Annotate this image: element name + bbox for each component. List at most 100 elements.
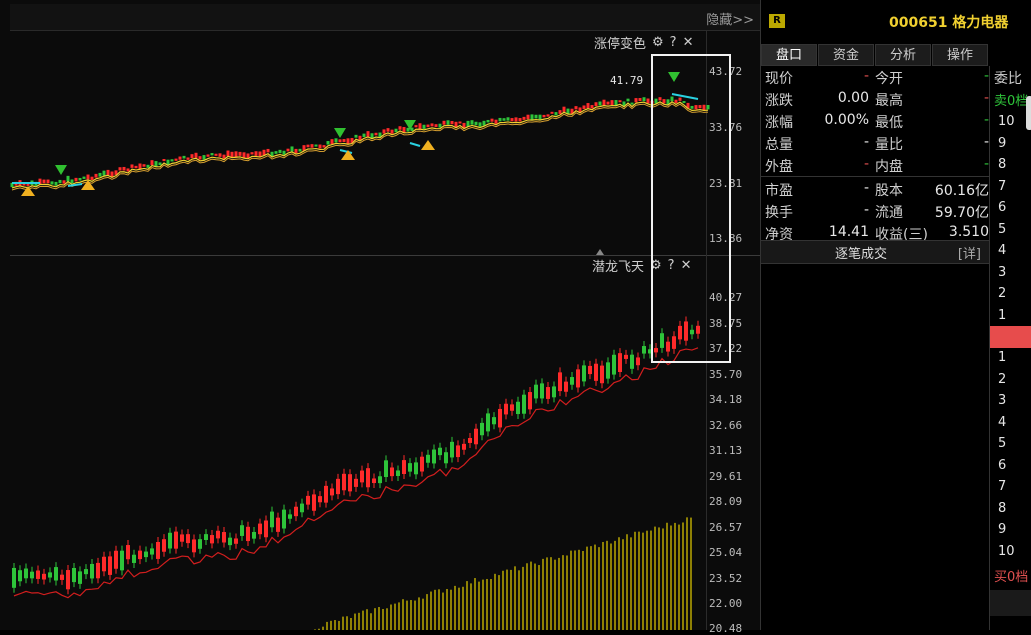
buy-level: 10 xyxy=(998,543,1015,559)
scrollbar-thumb[interactable] xyxy=(1026,96,1031,130)
lower-candle xyxy=(504,403,508,415)
upper-candle xyxy=(630,102,634,105)
lower-candle xyxy=(678,325,682,340)
upper-candle xyxy=(426,124,430,128)
upper-candle xyxy=(258,151,262,157)
lower-candle xyxy=(354,478,358,487)
upper-candle xyxy=(566,108,570,114)
upper-candle xyxy=(82,176,86,179)
lower-candle xyxy=(258,523,262,535)
lower-candle xyxy=(654,348,658,353)
lower-candle xyxy=(66,570,70,590)
tab-caozuo[interactable]: 操作 xyxy=(932,44,988,66)
buy-level: 8 xyxy=(998,500,1007,516)
chart-area[interactable]: 隐藏>> 涨停变色 ⚙ ? ✕ 潜龙飞天 ⚙ ? ✕ 43.72 33.76 2… xyxy=(0,0,760,635)
upper-candle xyxy=(70,179,74,184)
kline-canvas[interactable] xyxy=(0,0,760,630)
stock-code-name: 000651 格力电器 xyxy=(889,15,1009,31)
upper-candle xyxy=(670,96,674,102)
spread-bar xyxy=(990,326,1031,348)
upper-candle xyxy=(194,152,198,158)
lower-candle xyxy=(138,550,142,560)
upper-candle xyxy=(190,154,194,159)
upper-candle xyxy=(446,120,450,125)
lower-candle xyxy=(78,571,82,584)
upper-candle xyxy=(66,175,70,182)
tick-trades-button[interactable]: 逐笔成交 [详] xyxy=(761,240,989,264)
lower-candle xyxy=(450,441,454,458)
lower-candle xyxy=(54,567,58,581)
tab-zijin[interactable]: 资金 xyxy=(818,44,874,66)
upper-candle xyxy=(674,99,678,104)
lower-candle xyxy=(168,532,172,549)
upper-candle xyxy=(310,144,314,148)
upper-candle xyxy=(74,177,78,182)
quote-key: 涨幅 xyxy=(765,115,793,131)
upper-candle xyxy=(298,148,302,152)
lower-candle xyxy=(672,336,676,349)
lower-candle xyxy=(228,537,232,546)
upper-candle xyxy=(422,124,426,129)
quote-value: 14.41 xyxy=(828,224,869,240)
upper-candle xyxy=(634,98,638,103)
lower-candle xyxy=(432,449,436,464)
upper-candle xyxy=(506,117,510,121)
lower-candle xyxy=(336,478,340,495)
divider-handle-icon xyxy=(596,249,604,255)
quote-value: - xyxy=(863,134,869,150)
lower-candle xyxy=(480,422,484,436)
upper-candle xyxy=(590,105,594,109)
lower-candle xyxy=(306,495,310,505)
upper-candle xyxy=(646,98,650,104)
lower-candle xyxy=(618,353,622,373)
quote-key: 股本 xyxy=(875,183,903,199)
lower-candle xyxy=(696,325,700,334)
upper-candle xyxy=(198,156,202,160)
tick-trades-detail[interactable]: [详] xyxy=(958,243,981,262)
tab-pankou[interactable]: 盘口 xyxy=(761,44,817,66)
lower-candle xyxy=(318,496,322,503)
orange-arrow-icon xyxy=(421,140,435,150)
buy-level: 6 xyxy=(998,457,1007,473)
upper-ma-line xyxy=(11,101,709,189)
upper-candle xyxy=(678,97,682,101)
sell-level: 8 xyxy=(998,157,1007,172)
lower-candle xyxy=(348,474,352,492)
upper-candle xyxy=(414,125,418,128)
upper-candle xyxy=(170,159,174,162)
quote-key: 流通 xyxy=(875,205,903,221)
quote-value: 59.70亿 xyxy=(934,205,989,221)
lower-candle xyxy=(30,571,34,579)
upper-candle xyxy=(182,155,186,159)
sell-level: 7 xyxy=(998,178,1007,194)
r-badge[interactable]: R xyxy=(769,14,785,28)
upper-candle xyxy=(470,120,474,125)
lower-candle xyxy=(198,539,202,549)
upper-candle xyxy=(42,179,46,184)
upper-candle xyxy=(366,131,370,137)
quote-row: 涨跌 0.00 最高 - xyxy=(765,90,989,112)
sell-level: 2 xyxy=(998,286,1007,301)
upper-candle xyxy=(278,149,282,154)
upper-candle xyxy=(450,121,454,125)
order-book: 委比 卖0档 10 9 8 7 6 5 4 3 2 1 1 2 3 4 5 6 7 8 9 10 买0档 xyxy=(989,66,1031,630)
upper-candle xyxy=(78,177,82,181)
lower-candle xyxy=(234,538,238,544)
tab-fenxi[interactable]: 分析 xyxy=(875,44,931,66)
upper-candle xyxy=(86,174,90,180)
upper-candle xyxy=(398,126,402,130)
lower-candle xyxy=(510,404,514,411)
upper-candle xyxy=(230,151,234,158)
upper-candle xyxy=(538,114,542,120)
sell-level: 6 xyxy=(998,200,1007,215)
lower-candle xyxy=(660,333,664,348)
lower-candle xyxy=(126,545,130,560)
lower-candle xyxy=(564,381,568,392)
lower-candle xyxy=(636,357,640,366)
upper-candle xyxy=(510,118,514,122)
upper-candle xyxy=(178,156,182,160)
upper-candle xyxy=(594,102,598,107)
lower-candle xyxy=(444,452,448,464)
lower-candle xyxy=(132,554,136,563)
upper-candle xyxy=(394,128,398,133)
